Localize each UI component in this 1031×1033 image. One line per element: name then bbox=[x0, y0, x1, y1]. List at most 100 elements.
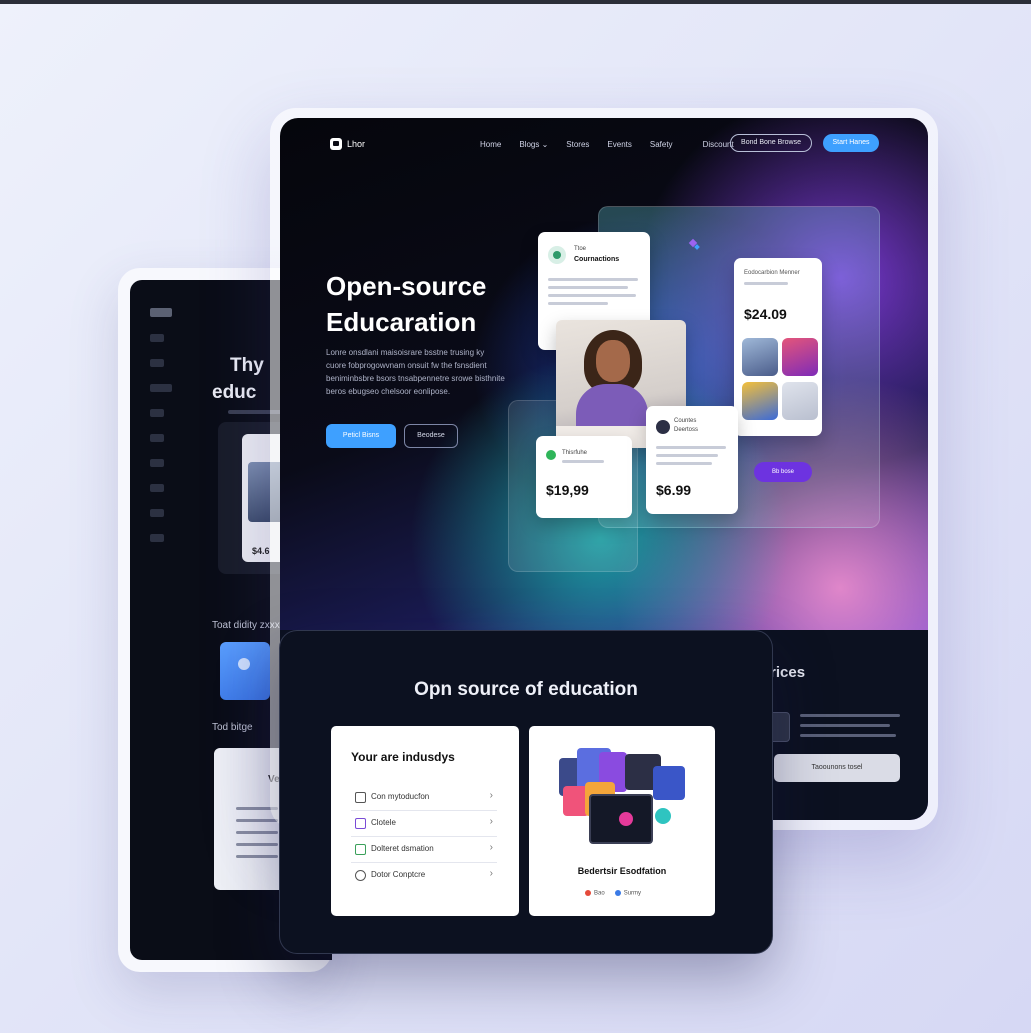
industry-item-label: Dolteret dsmation bbox=[371, 844, 434, 853]
text-line bbox=[800, 724, 890, 727]
tutor-card-line2: Deertoss bbox=[674, 427, 699, 433]
text-line bbox=[656, 462, 712, 465]
industry-item-label: Con mytoducfon bbox=[371, 792, 430, 801]
avatar bbox=[656, 420, 670, 434]
text-line bbox=[562, 460, 604, 463]
back-sidebar-item[interactable] bbox=[150, 359, 164, 367]
price-small-value: $19,99 bbox=[546, 482, 589, 498]
back-sidebar bbox=[150, 308, 200, 559]
text-line bbox=[656, 446, 726, 449]
brand-name: Lhor bbox=[347, 139, 366, 149]
back-list-line bbox=[236, 819, 278, 822]
front-title: Opn source of education bbox=[414, 679, 638, 700]
industry-item[interactable]: Dotor Conptcre › bbox=[351, 862, 497, 888]
price-card-small[interactable]: Thisrfuhe $19,99 bbox=[536, 436, 632, 518]
photo-face bbox=[596, 340, 630, 382]
chevron-right-icon: › bbox=[489, 868, 493, 879]
illustration-tile bbox=[653, 766, 685, 800]
back-section-label-2: Tod bitge bbox=[212, 722, 253, 733]
check-icon bbox=[546, 450, 556, 460]
services-button[interactable]: Taoounons tosel bbox=[774, 754, 900, 782]
industry-item[interactable]: Dolteret dsmation › bbox=[351, 836, 497, 863]
back-feature-tile[interactable] bbox=[220, 642, 270, 700]
avatar bbox=[742, 338, 778, 376]
globe-icon bbox=[355, 870, 366, 881]
nav-link-stores[interactable]: Stores bbox=[566, 140, 589, 149]
front-education-panel: Opn source of education Your are indusdy… bbox=[279, 630, 773, 954]
industry-item-label: Dotor Conptcre bbox=[371, 870, 426, 879]
back-sidebar-item[interactable] bbox=[150, 384, 172, 392]
course-icon bbox=[548, 246, 566, 264]
back-title-line2: educ bbox=[212, 382, 257, 403]
back-sidebar-item[interactable] bbox=[150, 484, 164, 492]
chart-icon bbox=[355, 844, 366, 855]
join-button[interactable]: Bb bose bbox=[754, 462, 812, 482]
avatar bbox=[742, 382, 778, 420]
grid-icon bbox=[355, 818, 366, 829]
nav-link-home[interactable]: Home bbox=[480, 140, 501, 149]
illustration-footer: Bao Surmy bbox=[585, 890, 641, 897]
back-tile-icon bbox=[238, 658, 250, 670]
back-sidebar-item[interactable] bbox=[150, 334, 164, 342]
text-line bbox=[656, 454, 718, 457]
pricing-card[interactable]: Eodocarbion Menner $24.09 bbox=[734, 258, 822, 436]
illustration-caption: Bedertsir Esodfation bbox=[577, 866, 667, 876]
footer-tag: Surmy bbox=[614, 890, 642, 897]
hero-title-line1: Open-source bbox=[326, 271, 487, 301]
text-line bbox=[548, 294, 636, 297]
text-line bbox=[800, 734, 896, 737]
text-line bbox=[548, 286, 628, 289]
price-small-label: Thisrfuhe bbox=[562, 450, 588, 456]
back-list-line bbox=[236, 831, 278, 834]
footer-tag-label: Bao bbox=[594, 890, 605, 897]
illustration-dot bbox=[619, 812, 633, 826]
industry-title: Your are indusdys bbox=[351, 750, 455, 764]
back-title: Thy educ bbox=[212, 352, 264, 406]
nav-link-discount[interactable]: Discount bbox=[703, 140, 734, 149]
brand[interactable]: Lhor bbox=[330, 138, 365, 150]
tutor-card[interactable]: Countes Deertoss $6.99 bbox=[646, 406, 738, 514]
nav-links: Home Blogs ⌄ Stores Events Safety Discou… bbox=[480, 140, 752, 149]
footer-tag-label: Surmy bbox=[623, 890, 642, 897]
services-title: rices bbox=[770, 664, 806, 681]
chevron-right-icon: › bbox=[489, 816, 493, 827]
text-line bbox=[744, 282, 788, 285]
logo-icon bbox=[330, 138, 342, 150]
back-sidebar-item[interactable] bbox=[150, 534, 164, 542]
back-sidebar-item[interactable] bbox=[150, 509, 164, 517]
hero-primary-button[interactable]: Peticl Bisns bbox=[326, 424, 396, 448]
illustration-dot bbox=[655, 808, 671, 824]
browse-button[interactable]: Bond Bone Browse bbox=[730, 134, 812, 152]
nav-link-events[interactable]: Events bbox=[607, 140, 631, 149]
avatar bbox=[782, 338, 818, 376]
back-sidebar-item[interactable] bbox=[150, 409, 164, 417]
back-sidebar-item[interactable] bbox=[150, 459, 164, 467]
back-title-line1: Thy bbox=[230, 355, 264, 376]
chevron-right-icon: › bbox=[489, 790, 493, 801]
services-button-label: Taoounons tosel bbox=[811, 764, 863, 771]
hero-description: Lonre onsdlani maisoisrare bsstne trusin… bbox=[326, 348, 505, 396]
nav-link-blogs[interactable]: Blogs ⌄ bbox=[519, 140, 548, 149]
back-sidebar-logo bbox=[150, 308, 172, 317]
book-icon bbox=[355, 792, 366, 803]
education-illustration-card[interactable]: Bedertsir Esodfation Bao Surmy bbox=[529, 726, 715, 916]
industry-item[interactable]: Clotele › bbox=[351, 810, 497, 837]
avatar bbox=[782, 382, 818, 420]
course-card-title: Cournactions bbox=[574, 256, 620, 263]
course-card-label: Ttoe bbox=[574, 246, 587, 252]
text-line bbox=[548, 278, 638, 281]
top-navigation: Lhor Home Blogs ⌄ Stores Events Safety D… bbox=[280, 118, 928, 168]
start-button[interactable]: Start Hanes bbox=[823, 134, 879, 152]
hero-secondary-button[interactable]: Beodese bbox=[404, 424, 458, 448]
industry-card: Your are indusdys Con mytoducfon › Clote… bbox=[331, 726, 519, 916]
window-top-bar bbox=[0, 0, 1031, 4]
industry-item[interactable]: Con mytoducfon › bbox=[351, 784, 497, 811]
hero-title-line2: Educaration bbox=[326, 307, 477, 337]
text-line bbox=[548, 302, 608, 305]
nav-link-safety[interactable]: Safety bbox=[650, 140, 673, 149]
back-sidebar-item[interactable] bbox=[150, 434, 164, 442]
tag-dot bbox=[614, 890, 621, 896]
pricing-card-label: Eodocarbion Menner bbox=[744, 270, 800, 276]
tutor-card-price: $6.99 bbox=[656, 482, 692, 498]
back-list-line bbox=[236, 843, 278, 846]
